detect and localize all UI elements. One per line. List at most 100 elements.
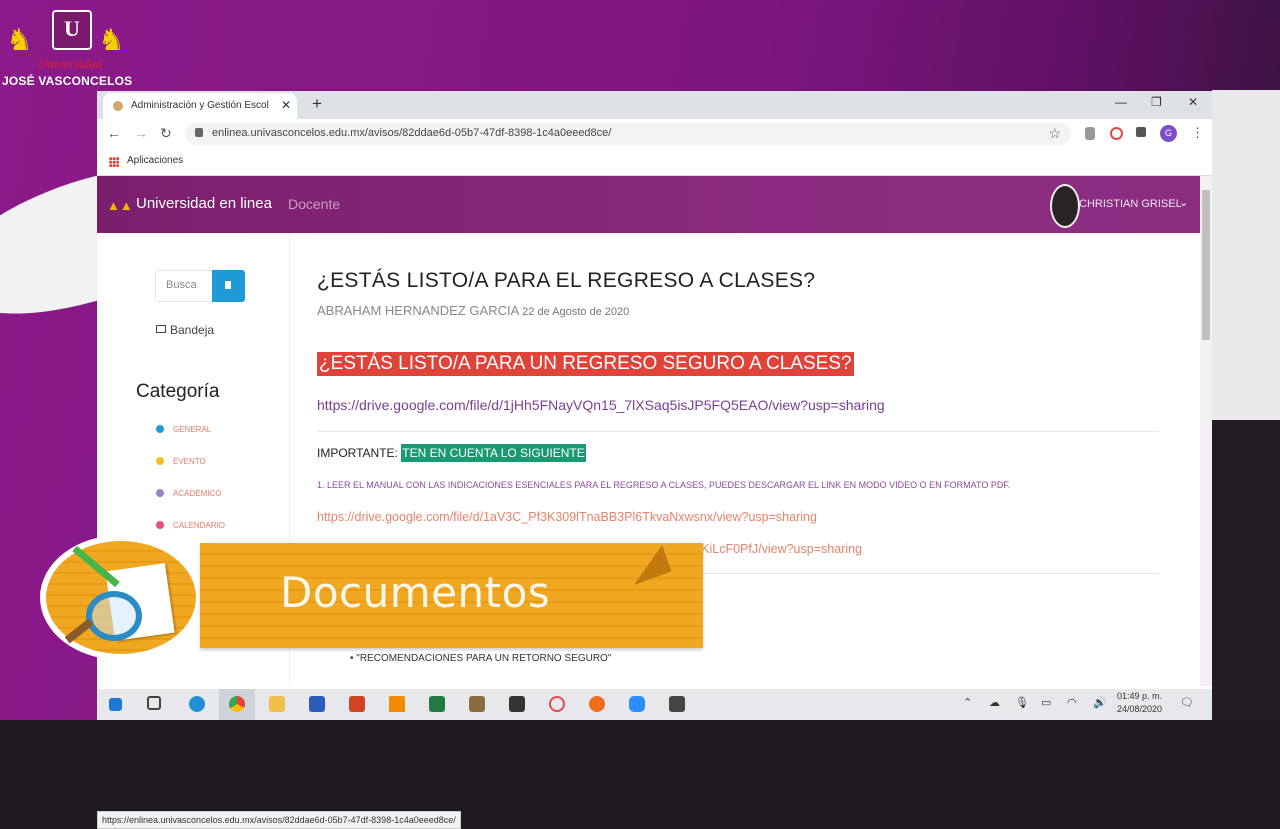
post-title: ¿ESTÁS LISTO/A PARA EL REGRESO A CLASES?: [317, 269, 816, 292]
crest-icon: U: [52, 10, 92, 50]
magnifier-handle: [64, 618, 94, 644]
search-box[interactable]: Busca: [155, 270, 245, 302]
divider: [317, 431, 1159, 432]
post-note: 1. LEER EL MANUAL CON LAS INDICACIONES E…: [317, 480, 1011, 490]
category-title: Categoría: [136, 381, 220, 402]
category-general[interactable]: GENERAL: [156, 425, 211, 434]
windows-start-icon[interactable]: [109, 698, 122, 711]
tab-title: Administración y Gestión Escolar: [131, 100, 269, 111]
post-date: 22 de Agosto de 2020: [522, 306, 630, 318]
notifications-icon[interactable]: 🗨: [1180, 696, 1194, 709]
category-dot: [156, 521, 164, 529]
document-icon: [225, 281, 231, 289]
documents-badge: [40, 535, 202, 660]
important-tag: TEN EN CUENTA LO SIGUIENTE: [401, 444, 586, 462]
powerpoint-icon[interactable]: [349, 696, 365, 712]
inbox-link[interactable]: Bandeja: [156, 323, 214, 337]
forward-button[interactable]: →: [134, 125, 148, 141]
reload-button[interactable]: ↻: [160, 125, 172, 142]
profile-avatar-icon[interactable]: G: [1160, 125, 1177, 142]
file-explorer-icon[interactable]: [269, 696, 285, 712]
lock-icon: [195, 128, 203, 137]
chrome-icon[interactable]: [229, 696, 245, 712]
firefox-icon[interactable]: [589, 696, 605, 712]
bookmarks-bar: Aplicaciones: [97, 149, 1212, 176]
restore-button[interactable]: ❐: [1151, 95, 1162, 109]
important-line: IMPORTANTE: TEN EN CUENTA LO SIGUIENTE: [317, 444, 586, 462]
taskbar: ⌃ ☁ 🎙 ▭ ◠ 🔊 01:49 p. m. 24/08/2020 🗨: [97, 689, 1212, 720]
user-avatar[interactable]: [1050, 184, 1080, 228]
clock-date: 24/08/2020: [1117, 704, 1163, 714]
media-app-icon[interactable]: [509, 696, 525, 712]
chevron-down-icon[interactable]: ⌄: [1179, 196, 1188, 209]
logo-university: Universidad: [38, 56, 103, 71]
category-academico[interactable]: ACADEMICO: [156, 489, 221, 498]
puzzle-extension-icon[interactable]: [1136, 127, 1146, 137]
url-text: enlinea.univasconcelos.edu.mx/avisos/82d…: [212, 127, 612, 139]
search-button[interactable]: [212, 270, 245, 302]
category-dot: [156, 457, 164, 465]
lion-left-icon: ♞: [6, 24, 33, 57]
shield-extension-icon[interactable]: [1085, 127, 1095, 140]
browser-tab[interactable]: Administración y Gestión Escolar ✕: [103, 93, 297, 119]
background-right-dark: [1212, 420, 1280, 720]
minimize-button[interactable]: —: [1115, 95, 1127, 109]
vlc-icon[interactable]: [389, 696, 405, 712]
battery-icon[interactable]: ▭: [1041, 696, 1051, 709]
wifi-icon[interactable]: ◠: [1067, 696, 1077, 709]
close-tab-icon[interactable]: ✕: [281, 98, 291, 112]
post-highlight: ¿ESTÁS LISTO/A PARA UN REGRESO SEGURO A …: [317, 352, 854, 376]
post-author: ABRAHAM HERNANDEZ GARCIA: [317, 303, 519, 318]
post-meta: ABRAHAM HERNANDEZ GARCIA 22 de Agosto de…: [317, 303, 629, 318]
back-button[interactable]: ←: [107, 125, 121, 141]
category-evento[interactable]: EVENTO: [156, 457, 206, 466]
onedrive-icon[interactable]: ☁: [989, 696, 1000, 709]
category-label: CALENDARIO: [173, 521, 226, 530]
drive-link-1[interactable]: https://drive.google.com/file/d/1jHh5FNa…: [317, 397, 885, 413]
task-view-icon[interactable]: [147, 696, 161, 710]
lion-right-icon: ♞: [98, 24, 125, 57]
drive-link-2[interactable]: https://drive.google.com/file/d/1aV3C_Pf…: [317, 510, 817, 524]
clock[interactable]: 01:49 p. m. 24/08/2020: [1117, 690, 1162, 716]
bookmark-apps[interactable]: Aplicaciones: [127, 155, 183, 166]
tab-bar: Administración y Gestión Escolar ✕ + — ❐…: [97, 91, 1212, 119]
category-label: ACADEMICO: [173, 489, 222, 498]
page-scrollbar[interactable]: [1200, 176, 1212, 686]
edge-icon[interactable]: [189, 696, 205, 712]
microphone-icon[interactable]: 🎙: [1015, 696, 1029, 709]
word-icon[interactable]: [309, 696, 325, 712]
site-brand[interactable]: Universidad en linea: [136, 195, 272, 212]
address-bar[interactable]: enlinea.univasconcelos.edu.mx/avisos/82d…: [185, 123, 1071, 145]
user-name[interactable]: CHRISTIAN GRISEL: [1079, 198, 1182, 210]
list-item: • "RECOMENDACIONES PARA UN RETORNO SEGUR…: [350, 653, 612, 664]
university-logo: ♞ U ♞ Universidad JOSÉ VASCONCELOS: [0, 4, 145, 88]
browser-toolbar: ← → ↻ enlinea.univasconcelos.edu.mx/avis…: [97, 119, 1212, 149]
menu-kebab-icon[interactable]: ⋮: [1191, 125, 1204, 141]
volume-icon[interactable]: 🔊: [1093, 696, 1107, 709]
zoom-icon[interactable]: [629, 696, 645, 712]
inbox-icon: [156, 325, 166, 333]
category-calendario[interactable]: CALENDARIO: [156, 521, 225, 530]
status-bar: https://enlinea.univasconcelos.edu.mx/av…: [97, 811, 461, 829]
bookmark-star-icon[interactable]: ☆: [1048, 125, 1061, 142]
bullet-text: "RECOMENDACIONES PARA UN RETORNO SEGURO": [356, 653, 612, 664]
site-role: Docente: [288, 196, 341, 212]
important-label: IMPORTANTE:: [317, 446, 398, 460]
extension-icon[interactable]: [1110, 127, 1123, 140]
favicon-icon: [113, 101, 123, 111]
close-window-button[interactable]: ✕: [1188, 95, 1198, 109]
logo-flag-icon: ▲▲: [107, 198, 133, 213]
clock-time: 01:49 p. m.: [1117, 691, 1163, 701]
tray-chevron-icon[interactable]: ⌃: [963, 696, 972, 709]
magnifier-icon: [86, 591, 142, 641]
app-ring-icon[interactable]: [549, 696, 565, 712]
video-editor-icon[interactable]: [669, 696, 685, 712]
banner-title: Documentos: [280, 568, 551, 617]
new-tab-button[interactable]: +: [307, 94, 327, 114]
scrollbar-thumb[interactable]: [1202, 190, 1210, 340]
app-icon[interactable]: [469, 696, 485, 712]
excel-icon[interactable]: [429, 696, 445, 712]
logo-name: JOSÉ VASCONCELOS: [2, 74, 133, 88]
search-input[interactable]: Busca: [166, 279, 197, 291]
site-header: ▲▲ Universidad en linea Docente CHRISTIA…: [97, 176, 1200, 233]
